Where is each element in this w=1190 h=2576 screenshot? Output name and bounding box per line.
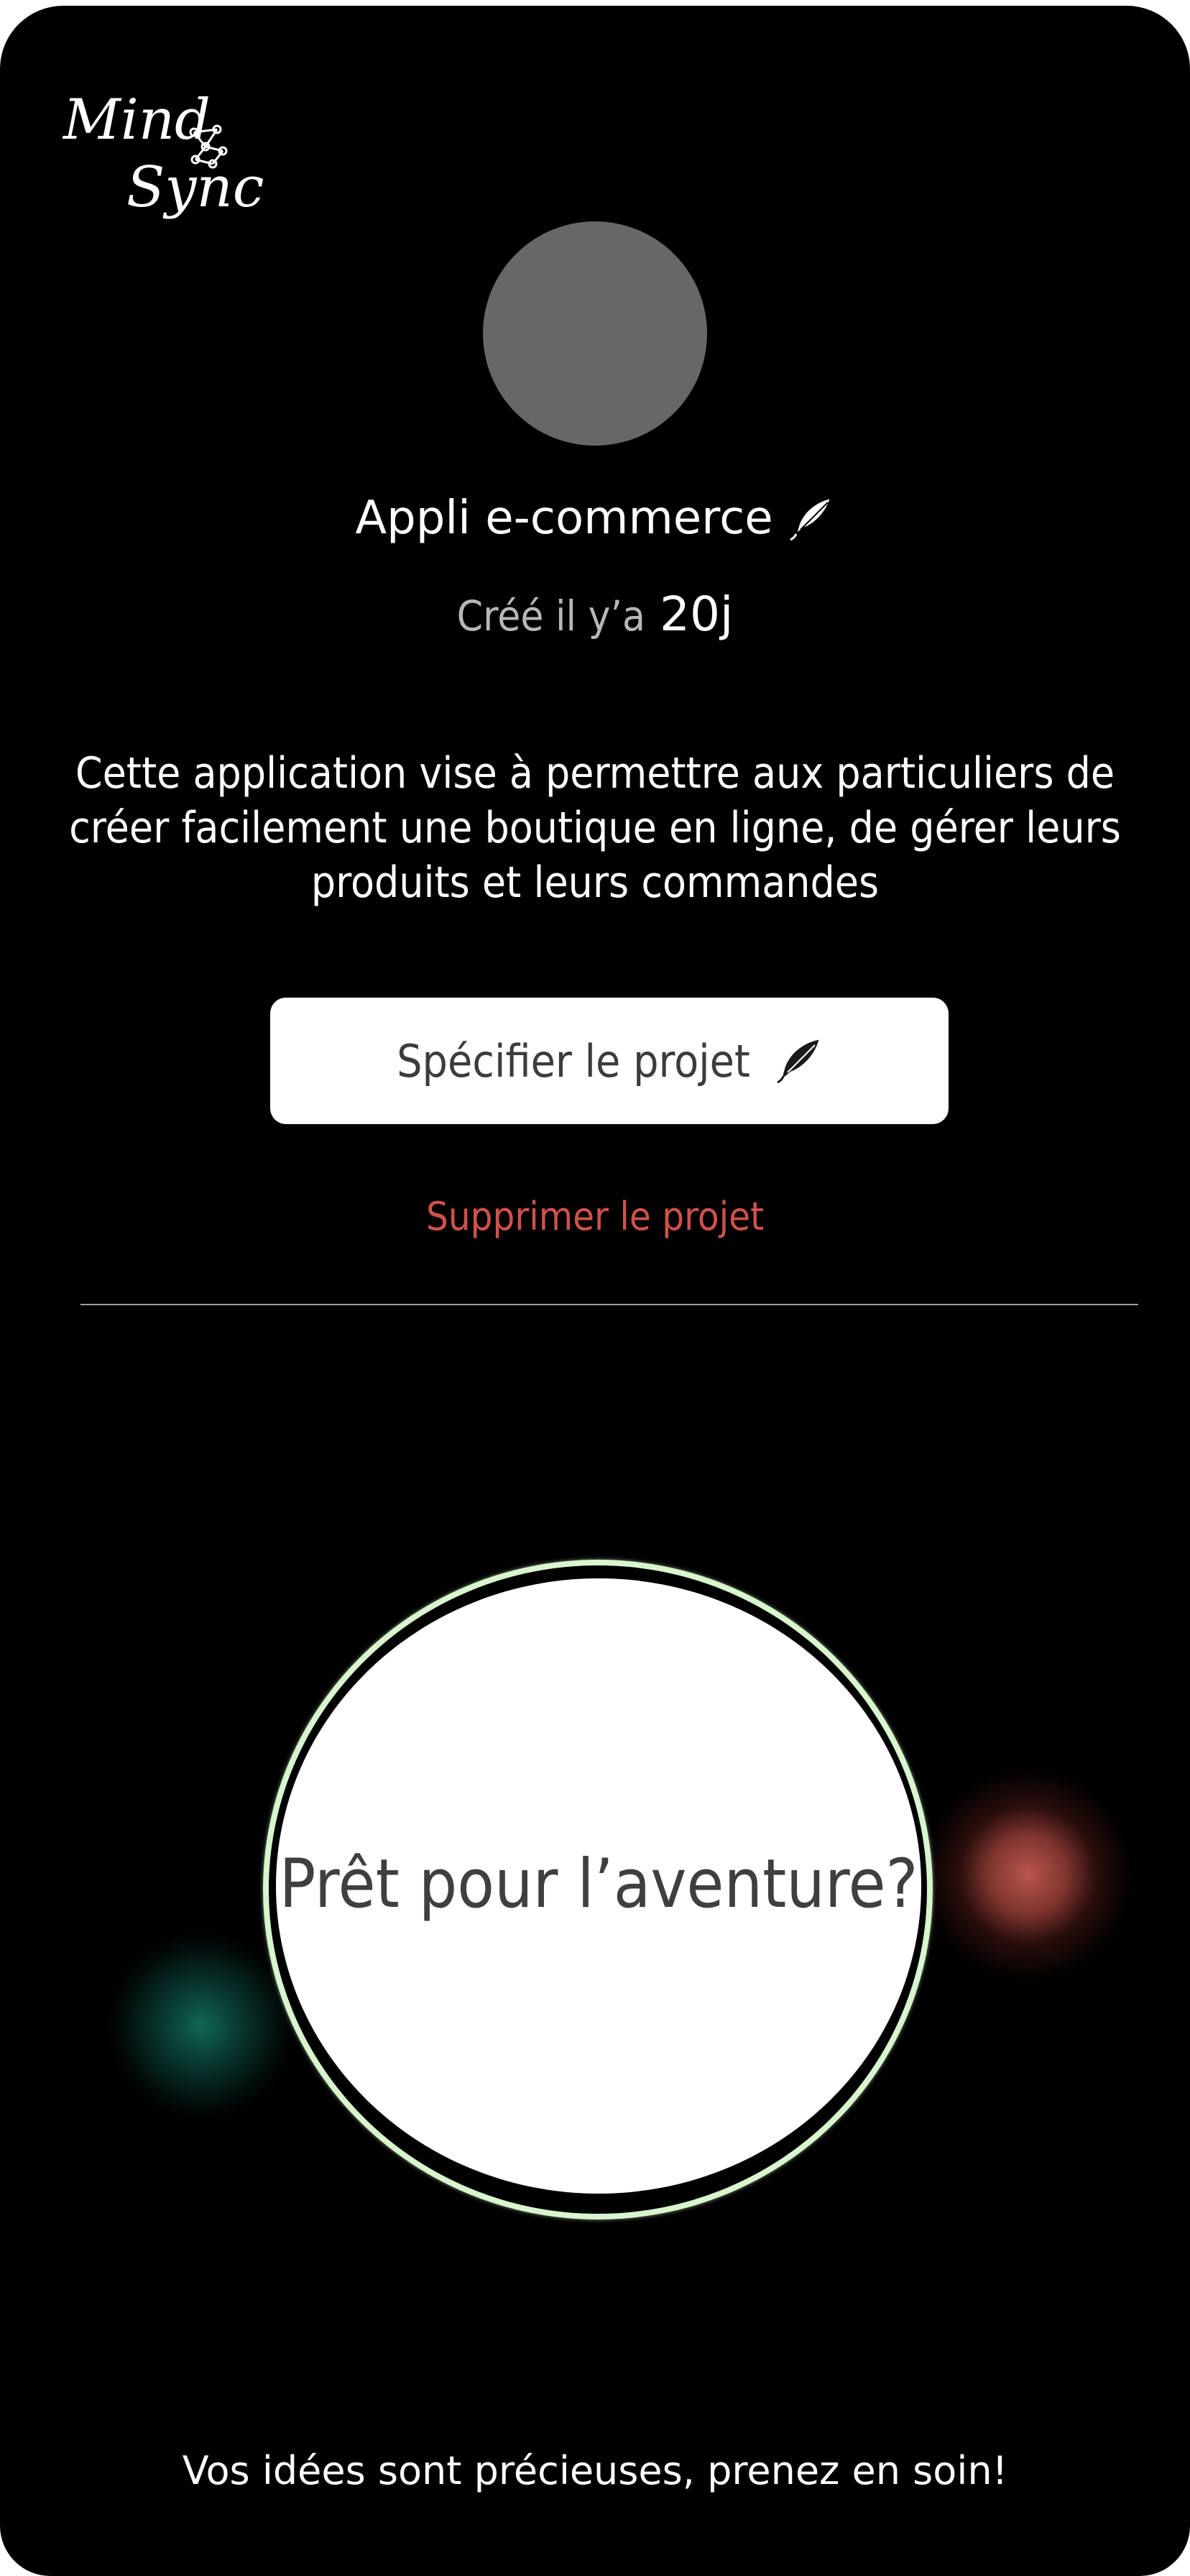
specify-project-label: Spécifier le projet: [397, 1034, 750, 1087]
app-screen: Mind Sync Appli e-commerce Créé il y’a 2…: [0, 6, 1190, 2576]
section-divider: [80, 1304, 1138, 1305]
start-adventure-label: Prêt pour l’aventure?: [279, 1844, 918, 1923]
quill-icon[interactable]: [789, 495, 835, 541]
specify-project-button[interactable]: Spécifier le projet: [270, 998, 949, 1124]
project-description: Cette application vise à permettre aux p…: [69, 748, 1121, 908]
project-title: Appli e-commerce: [355, 492, 773, 545]
project-title-row: Appli e-commerce: [0, 486, 1190, 551]
created-label: Créé il y’a: [456, 592, 646, 640]
start-adventure-button[interactable]: Prêt pour l’aventure?: [276, 1578, 921, 2194]
created-info: Créé il y’a 20j: [0, 586, 1190, 644]
decorative-red-glow: [913, 1760, 1143, 1990]
app-logo: Mind Sync: [63, 92, 264, 236]
delete-project-link[interactable]: Supprimer le projet: [0, 1184, 1190, 1249]
created-age: 20j: [660, 586, 734, 642]
logo-text-line2: Sync: [126, 155, 264, 220]
project-avatar[interactable]: [483, 221, 707, 446]
footer-tagline: Vos idées sont précieuses, prenez en soi…: [182, 2448, 1008, 2493]
decorative-teal-glow: [108, 1932, 295, 2119]
quill-icon: [777, 1039, 819, 1084]
